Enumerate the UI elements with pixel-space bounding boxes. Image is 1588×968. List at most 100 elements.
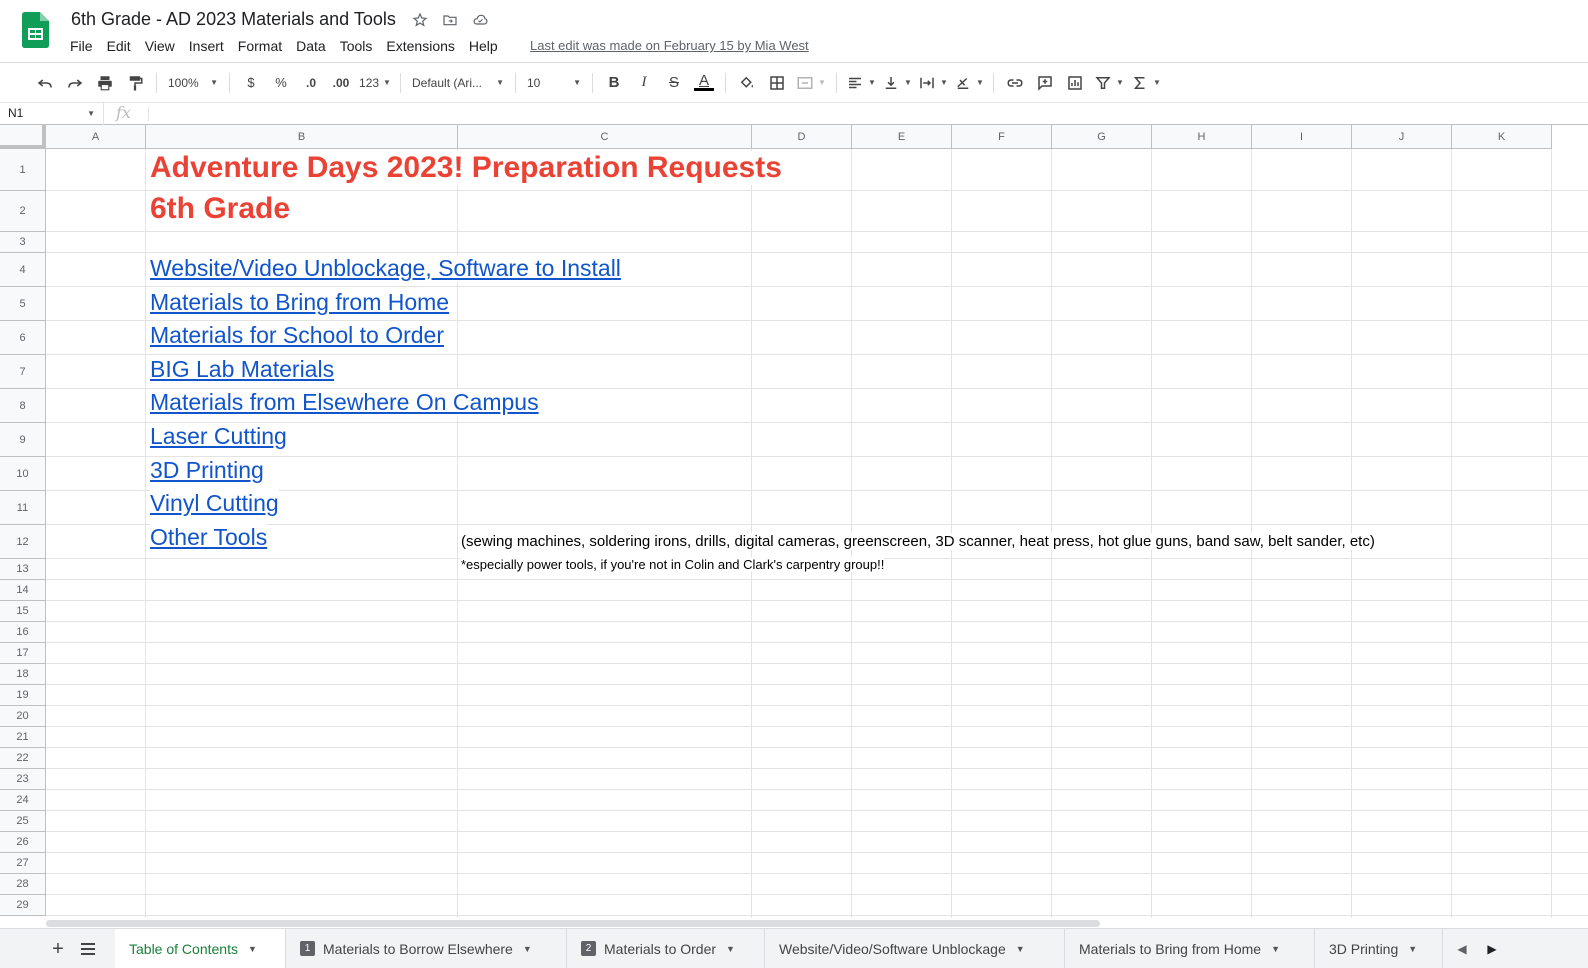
menu-help[interactable]: Help	[462, 36, 505, 56]
row-header-27[interactable]: 27	[0, 853, 46, 874]
insert-chart-icon[interactable]	[1061, 69, 1089, 97]
row-header-23[interactable]: 23	[0, 769, 46, 790]
increase-decimal-button[interactable]: .00	[327, 69, 355, 97]
row-header-24[interactable]: 24	[0, 790, 46, 811]
cell-c12-note[interactable]: (sewing machines, soldering irons, drill…	[461, 533, 1375, 550]
menu-edit[interactable]: Edit	[100, 36, 138, 56]
row-header-3[interactable]: 3	[0, 232, 46, 253]
row-header-26[interactable]: 26	[0, 832, 46, 853]
scroll-tabs-right-icon[interactable]: ▶	[1480, 937, 1504, 961]
document-title[interactable]: 6th Grade - AD 2023 Materials and Tools	[71, 9, 396, 30]
menu-file[interactable]: File	[63, 36, 100, 56]
row-header-10[interactable]: 10	[0, 457, 46, 491]
column-header-h[interactable]: H	[1152, 125, 1252, 149]
link-materials-school-order[interactable]: Materials for School to Order	[150, 322, 445, 349]
link-other-tools[interactable]: Other Tools	[150, 524, 268, 551]
row-header-6[interactable]: 6	[0, 321, 46, 355]
print-icon[interactable]	[91, 69, 119, 97]
row-header-16[interactable]: 16	[0, 622, 46, 643]
row-header-29[interactable]: 29	[0, 895, 46, 916]
last-edit-link[interactable]: Last edit was made on February 15 by Mia…	[530, 38, 809, 53]
sheet-tab[interactable]: 3D Printing ▼	[1315, 929, 1443, 968]
text-wrap-icon[interactable]: ▼	[916, 69, 950, 97]
link-big-lab-materials[interactable]: BIG Lab Materials	[150, 356, 335, 383]
row-header-25[interactable]: 25	[0, 811, 46, 832]
chevron-down-icon[interactable]: ▼	[248, 944, 257, 954]
insert-comment-icon[interactable]	[1031, 69, 1059, 97]
row-header-19[interactable]: 19	[0, 685, 46, 706]
font-select[interactable]: Default (Ari... ▼	[408, 69, 508, 97]
row-header-22[interactable]: 22	[0, 748, 46, 769]
horizontal-scrollbar[interactable]	[46, 918, 1588, 928]
row-header-5[interactable]: 5	[0, 287, 46, 321]
sheets-logo-icon[interactable]	[22, 12, 49, 48]
column-header-k[interactable]: K	[1452, 125, 1552, 149]
undo-icon[interactable]	[31, 69, 59, 97]
column-header-c[interactable]: C	[458, 125, 752, 149]
formula-input[interactable]	[156, 103, 1576, 125]
text-rotation-icon[interactable]: ▼	[952, 69, 986, 97]
row-header-8[interactable]: 8	[0, 389, 46, 423]
currency-format-button[interactable]: $	[237, 69, 265, 97]
filter-icon[interactable]: ▼	[1091, 69, 1127, 97]
row-header-2[interactable]: 2	[0, 191, 46, 232]
sheet-tab[interactable]: Materials to Bring from Home ▼	[1065, 929, 1315, 968]
fill-color-icon[interactable]	[733, 69, 761, 97]
select-all-corner[interactable]	[0, 125, 46, 149]
insert-link-icon[interactable]	[1001, 69, 1029, 97]
chevron-down-icon[interactable]: ▼	[1408, 944, 1417, 954]
cell-c13-note[interactable]: *especially power tools, if you're not i…	[461, 557, 885, 572]
menu-data[interactable]: Data	[289, 36, 333, 56]
row-header-14[interactable]: 14	[0, 580, 46, 601]
cloud-status-icon[interactable]	[470, 10, 490, 30]
add-sheet-button[interactable]: +	[46, 937, 70, 961]
column-header-g[interactable]: G	[1052, 125, 1152, 149]
row-header-20[interactable]: 20	[0, 706, 46, 727]
merge-cells-icon[interactable]: ▼	[793, 69, 829, 97]
row-header-21[interactable]: 21	[0, 727, 46, 748]
scrollbar-thumb[interactable]	[46, 920, 1100, 927]
zoom-select[interactable]: 100% ▼	[164, 69, 222, 97]
spreadsheet-grid[interactable]: A B C D E F G H I J K 1 2 3 4 5 6 7 8 9 10 11 12 13 14 15 16 17 18 19…	[0, 125, 1588, 918]
row-header-12[interactable]: 12	[0, 525, 46, 559]
italic-button[interactable]: I	[630, 69, 658, 97]
chevron-down-icon[interactable]: ▼	[1271, 944, 1280, 954]
column-header-b[interactable]: B	[146, 125, 458, 149]
borders-icon[interactable]	[763, 69, 791, 97]
column-header-e[interactable]: E	[852, 125, 952, 149]
cell-b1-title[interactable]: Adventure Days 2023! Preparation Request…	[150, 151, 782, 185]
link-website-unblockage[interactable]: Website/Video Unblockage, Software to In…	[150, 255, 621, 282]
row-header-1[interactable]: 1	[0, 149, 46, 191]
link-laser-cutting[interactable]: Laser Cutting	[150, 423, 287, 450]
row-header-13[interactable]: 13	[0, 559, 46, 580]
row-header-9[interactable]: 9	[0, 423, 46, 457]
star-icon[interactable]	[410, 10, 430, 30]
menu-insert[interactable]: Insert	[182, 36, 231, 56]
link-3d-printing[interactable]: 3D Printing	[150, 457, 264, 484]
paint-format-icon[interactable]	[121, 69, 149, 97]
move-folder-icon[interactable]	[440, 10, 460, 30]
scroll-tabs-left-icon[interactable]: ◀	[1450, 937, 1474, 961]
more-formats-button[interactable]: 123 ▼	[357, 69, 393, 97]
name-box[interactable]: N1 ▼	[0, 103, 104, 125]
chevron-down-icon[interactable]: ▼	[1016, 944, 1025, 954]
column-header-a[interactable]: A	[46, 125, 146, 149]
menu-extensions[interactable]: Extensions	[379, 36, 461, 56]
menu-view[interactable]: View	[138, 36, 182, 56]
sheet-tab[interactable]: 1 Materials to Borrow Elsewhere ▼	[286, 929, 567, 968]
link-materials-from-home[interactable]: Materials to Bring from Home	[150, 289, 450, 316]
vertical-align-icon[interactable]: ▼	[880, 69, 914, 97]
bold-button[interactable]: B	[600, 69, 628, 97]
horizontal-align-icon[interactable]: ▼	[844, 69, 878, 97]
redo-icon[interactable]	[61, 69, 89, 97]
all-sheets-icon[interactable]	[76, 937, 100, 961]
functions-icon[interactable]: ▼	[1129, 69, 1163, 97]
percent-format-button[interactable]: %	[267, 69, 295, 97]
sheet-tab[interactable]: Table of Contents ▼	[115, 929, 286, 968]
column-header-d[interactable]: D	[752, 125, 852, 149]
chevron-down-icon[interactable]: ▼	[726, 944, 735, 954]
chevron-down-icon[interactable]: ▼	[523, 944, 532, 954]
row-header-17[interactable]: 17	[0, 643, 46, 664]
cell-b2-subtitle[interactable]: 6th Grade	[150, 192, 291, 226]
text-color-button[interactable]: A	[690, 69, 718, 97]
